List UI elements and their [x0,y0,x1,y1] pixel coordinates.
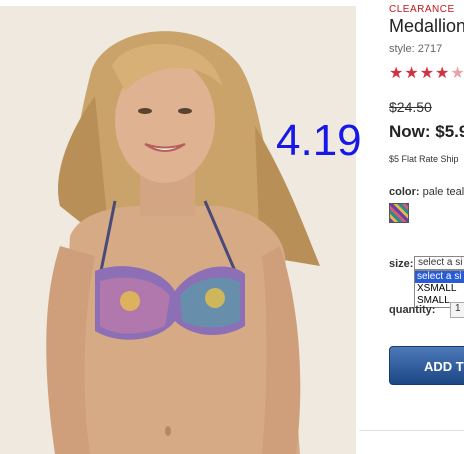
size-option[interactable]: XSMALL [415,283,464,295]
style-number: style: 2717 [389,43,443,55]
star-icon: ★ [435,65,451,82]
clearance-badge: CLEARANCE [389,4,455,15]
star-icon: ★ [404,65,420,82]
star-icon: ★ [419,65,436,82]
star-icon: ★ [450,65,464,82]
quantity-label: quantity: [389,304,436,316]
rating-stars[interactable]: ★★★★★ [389,63,464,83]
size-option[interactable]: select a si [415,271,464,283]
add-to-bag-button[interactable]: ADD T [389,346,464,385]
color-label: color: pale teal [389,186,464,198]
print-swatch-icon[interactable] [389,203,409,223]
divider [359,430,464,431]
sale-price: Now: $5.9 [389,122,464,141]
size-label: size: [389,258,414,270]
size-select[interactable]: select a si [414,256,464,270]
product-photo [0,6,356,454]
product-title: Medallion [389,16,464,36]
star-icon: ★ [389,65,405,82]
color-label-text: color: [389,186,420,198]
quantity-input[interactable]: 1 [450,302,464,318]
shipping-note: $5 Flat Rate Ship [389,154,459,164]
color-value: pale teal [422,186,464,198]
original-price: $24.50 [389,99,432,115]
overlay-price-text: 4.19 [276,116,362,165]
